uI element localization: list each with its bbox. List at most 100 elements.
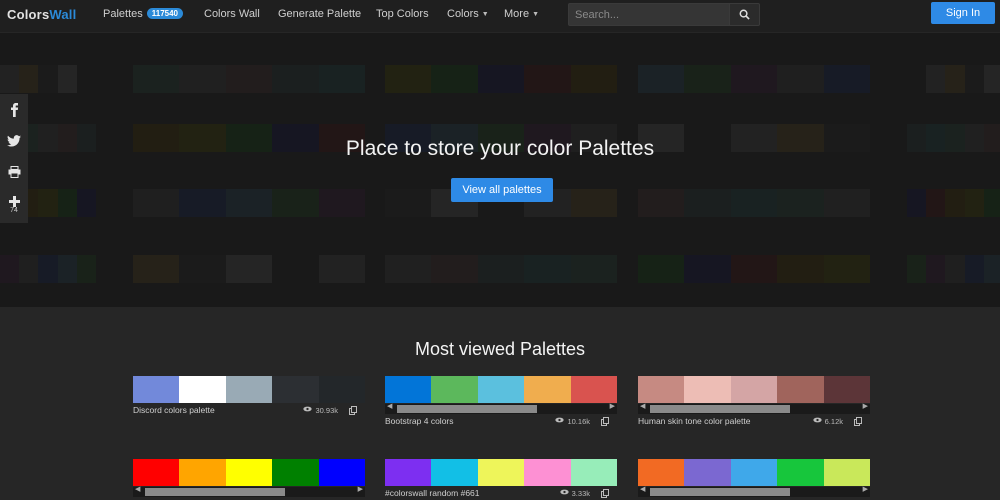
- palette-scrollbar[interactable]: ◀ ▶: [133, 485, 365, 497]
- color-swatch[interactable]: [524, 459, 571, 486]
- palette-views: 30.93k: [303, 406, 357, 416]
- palette-meta: #colorswall random #661 3.33k: [385, 488, 617, 499]
- nav-colors-label: Colors: [447, 8, 479, 20]
- color-swatch[interactable]: [638, 376, 685, 403]
- nav-colors-wall[interactable]: Colors Wall: [204, 8, 260, 20]
- color-swatch[interactable]: [133, 459, 180, 486]
- palette-swatches[interactable]: [638, 459, 871, 486]
- color-swatch[interactable]: [225, 459, 273, 486]
- eye-icon: [555, 417, 565, 423]
- palette-name[interactable]: Human skin tone color palette: [638, 416, 798, 427]
- scroll-thumb[interactable]: [650, 488, 790, 496]
- scroll-right-icon[interactable]: ▶: [610, 402, 615, 410]
- color-swatch[interactable]: [385, 376, 432, 403]
- palette-swatches[interactable]: [385, 376, 618, 403]
- palette-card[interactable]: ◀ ▶ Bootstrap 4 colors 10.16k: [385, 376, 618, 427]
- palettes-count-badge: 117540: [146, 8, 184, 19]
- color-swatch[interactable]: [823, 376, 871, 403]
- palette-views: 6.12k: [813, 417, 862, 427]
- hero-title: Place to store your color Palettes: [345, 137, 655, 160]
- copy-icon[interactable]: [601, 489, 609, 498]
- twitter-share[interactable]: [0, 125, 28, 156]
- site-logo[interactable]: ColorsWall: [7, 7, 76, 22]
- palette-scrollbar[interactable]: ◀ ▶: [385, 402, 617, 414]
- color-swatch[interactable]: [431, 376, 478, 403]
- view-count: 6.12k: [824, 417, 843, 426]
- view-count: 3.33k: [571, 489, 590, 498]
- color-swatch[interactable]: [684, 459, 731, 486]
- scroll-left-icon[interactable]: ◀: [387, 402, 392, 410]
- palette-swatches[interactable]: [133, 376, 366, 403]
- scroll-left-icon[interactable]: ◀: [640, 485, 645, 493]
- palette-scrollbar[interactable]: ◀ ▶: [638, 402, 870, 414]
- view-count: 10.16k: [567, 417, 590, 426]
- social-share-bar: 74: [0, 94, 28, 223]
- nav-top-colors[interactable]: Top Colors: [376, 8, 429, 20]
- palette-views: 10.16k: [555, 417, 609, 427]
- view-all-palettes-button[interactable]: View all palettes: [451, 178, 553, 202]
- color-swatch[interactable]: [179, 376, 226, 403]
- palette-card[interactable]: #colorswall random #661 3.33k: [385, 459, 618, 499]
- search-button[interactable]: [729, 3, 760, 26]
- scroll-right-icon[interactable]: ▶: [863, 402, 868, 410]
- copy-icon[interactable]: [854, 417, 862, 426]
- palette-card[interactable]: Discord colors palette 30.93k: [133, 376, 366, 416]
- color-swatch[interactable]: [318, 376, 366, 403]
- color-swatch[interactable]: [823, 459, 871, 486]
- color-swatch[interactable]: [385, 459, 432, 486]
- copy-icon[interactable]: [349, 406, 357, 415]
- more-share[interactable]: 74: [0, 187, 28, 223]
- palette-swatches[interactable]: [133, 459, 366, 486]
- sign-in-button[interactable]: Sign In: [931, 2, 995, 24]
- color-swatch[interactable]: [638, 459, 685, 486]
- palette-swatches[interactable]: [385, 459, 618, 486]
- eye-icon: [560, 489, 569, 495]
- color-swatch[interactable]: [570, 459, 618, 486]
- color-swatch[interactable]: [684, 376, 731, 403]
- nav-colors-dropdown[interactable]: Colors ▼: [447, 8, 489, 20]
- color-swatch[interactable]: [570, 376, 618, 403]
- palette-swatches[interactable]: [638, 376, 871, 403]
- palette-card[interactable]: ◀ ▶ Human skin tone color palette 6.12k: [638, 376, 871, 427]
- color-swatch[interactable]: [730, 459, 778, 486]
- search-input[interactable]: [568, 3, 730, 26]
- search-icon: [739, 9, 750, 20]
- color-swatch[interactable]: [524, 376, 571, 403]
- scroll-right-icon[interactable]: ▶: [863, 485, 868, 493]
- scroll-thumb[interactable]: [145, 488, 285, 496]
- palette-name[interactable]: Discord colors palette: [133, 405, 293, 416]
- nav-more-dropdown[interactable]: More ▼: [504, 8, 539, 20]
- color-swatch[interactable]: [477, 459, 525, 486]
- palette-scrollbar[interactable]: ◀ ▶: [638, 485, 870, 497]
- scroll-left-icon[interactable]: ◀: [135, 485, 140, 493]
- palette-name[interactable]: Bootstrap 4 colors: [385, 416, 545, 427]
- palette-card[interactable]: ◀ ▶: [133, 459, 366, 499]
- scroll-right-icon[interactable]: ▶: [358, 485, 363, 493]
- color-swatch[interactable]: [272, 376, 319, 403]
- color-swatch[interactable]: [730, 376, 778, 403]
- nav-generate-palette[interactable]: Generate Palette: [278, 8, 361, 20]
- facebook-share[interactable]: [0, 94, 28, 125]
- color-swatch[interactable]: [477, 376, 525, 403]
- twitter-icon: [7, 134, 21, 147]
- scroll-left-icon[interactable]: ◀: [640, 402, 645, 410]
- nav-palettes-label: Palettes: [103, 8, 143, 20]
- color-swatch[interactable]: [777, 376, 824, 403]
- hero-overlay: [0, 33, 1000, 307]
- color-swatch[interactable]: [431, 459, 478, 486]
- eye-icon: [303, 406, 313, 412]
- palette-card[interactable]: ◀ ▶: [638, 459, 871, 499]
- color-swatch[interactable]: [179, 459, 226, 486]
- color-swatch[interactable]: [225, 376, 273, 403]
- color-swatch[interactable]: [318, 459, 366, 486]
- scroll-thumb[interactable]: [397, 405, 537, 413]
- nav-palettes[interactable]: Palettes 117540: [103, 8, 184, 20]
- print-share[interactable]: [0, 156, 28, 187]
- scroll-thumb[interactable]: [650, 405, 790, 413]
- top-navbar: ColorsWall Palettes 117540 Colors Wall Ge…: [0, 0, 1000, 32]
- color-swatch[interactable]: [272, 459, 319, 486]
- color-swatch[interactable]: [777, 459, 824, 486]
- copy-icon[interactable]: [601, 417, 609, 426]
- palette-name[interactable]: #colorswall random #661: [385, 488, 545, 499]
- color-swatch[interactable]: [133, 376, 180, 403]
